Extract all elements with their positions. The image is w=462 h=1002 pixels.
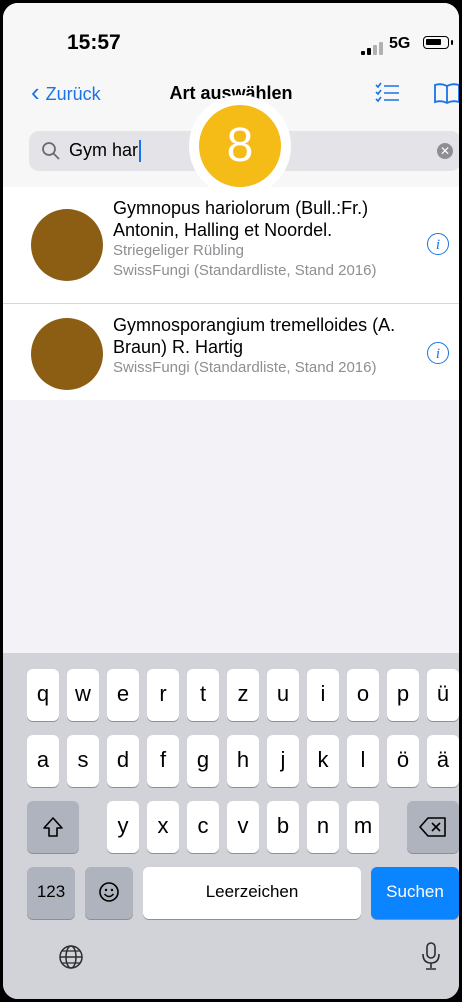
backspace-key[interactable] [407,801,459,853]
search-icon [42,142,60,160]
key-j[interactable]: j [267,735,299,787]
key-u[interactable]: u [267,669,299,721]
network-type: 5G [389,35,411,52]
key-a[interactable]: a [27,735,59,787]
step-number: 8 [199,105,281,187]
key-k[interactable]: k [307,735,339,787]
numbers-key[interactable]: 123 [27,867,75,919]
status-bar: 15:57 5G [3,3,459,69]
shift-key[interactable] [27,801,79,853]
signal-icon [361,41,385,55]
keyboard-row-3: y x c v b n m [3,801,459,853]
key-g[interactable]: g [187,735,219,787]
keyboard: q w e r t z u i o p ü a s d f g h j k l … [3,653,459,999]
key-p[interactable]: p [387,669,419,721]
key-d[interactable]: d [107,735,139,787]
key-q[interactable]: q [27,669,59,721]
results-list: Gymnopus hariolorum (Bull.:Fr.) Antonin,… [3,187,459,400]
search-return-key[interactable]: Suchen [371,867,459,919]
species-source: SwissFungi (Standardliste, Stand 2016) [113,359,377,376]
keyboard-row-1: q w e r t z u i o p ü [3,669,459,721]
backspace-icon [419,817,446,837]
step-number-badge: 8 [189,95,291,197]
phone-screen: 15:57 5G ‹ Zurück Art auswählen Gym har … [0,0,462,1002]
search-value: Gym har [69,140,142,163]
emoji-icon [99,882,119,902]
key-a-umlaut[interactable]: ä [427,735,459,787]
clear-search-button[interactable]: ✕ [437,143,453,159]
battery-icon [423,36,453,49]
microphone-icon[interactable] [419,941,443,971]
keyboard-row-2: a s d f g h j k l ö ä [3,735,459,787]
key-o-umlaut[interactable]: ö [387,735,419,787]
text-cursor [139,140,142,163]
species-common-name: Striegeliger Rübling [113,242,244,259]
globe-icon[interactable] [57,943,85,971]
key-x[interactable]: x [147,801,179,853]
key-f[interactable]: f [147,735,179,787]
key-i[interactable]: i [307,669,339,721]
info-icon[interactable]: i [427,342,449,364]
space-key[interactable]: Leerzeichen [143,867,361,919]
info-icon[interactable]: i [427,233,449,255]
key-u-umlaut[interactable]: ü [427,669,459,721]
checklist-icon[interactable] [373,81,401,105]
species-source: SwissFungi (Standardliste, Stand 2016) [113,262,377,279]
book-icon[interactable] [433,81,461,105]
list-item[interactable]: Gymnopus hariolorum (Bull.:Fr.) Antonin,… [3,187,459,303]
keyboard-row-4: 123 Leerzeichen Suchen [3,867,459,919]
key-h[interactable]: h [227,735,259,787]
shift-icon [43,817,63,837]
key-c[interactable]: c [187,801,219,853]
key-e[interactable]: e [107,669,139,721]
key-o[interactable]: o [347,669,379,721]
key-b[interactable]: b [267,801,299,853]
species-name: Gymnopus hariolorum (Bull.:Fr.) Antonin,… [113,198,369,240]
emoji-key[interactable] [85,867,133,919]
key-l[interactable]: l [347,735,379,787]
key-z[interactable]: z [227,669,259,721]
key-s[interactable]: s [67,735,99,787]
list-item[interactable]: Gymnosporangium tremelloides (A. Braun) … [3,303,459,400]
species-thumbnail [31,209,103,281]
key-t[interactable]: t [187,669,219,721]
status-time: 15:57 [67,31,121,54]
key-r[interactable]: r [147,669,179,721]
key-m[interactable]: m [347,801,379,853]
key-n[interactable]: n [307,801,339,853]
species-name: Gymnosporangium tremelloides (A. Braun) … [113,315,396,357]
species-thumbnail [31,318,103,390]
key-y[interactable]: y [107,801,139,853]
key-w[interactable]: w [67,669,99,721]
key-v[interactable]: v [227,801,259,853]
